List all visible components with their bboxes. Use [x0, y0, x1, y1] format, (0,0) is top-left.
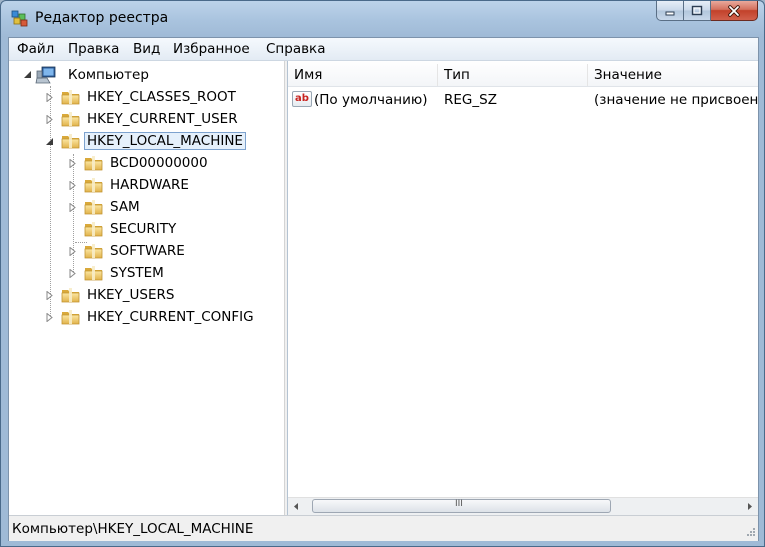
scrollbar-thumb[interactable]: III — [312, 499, 611, 513]
title-bar[interactable]: Редактор реестра — [1, 1, 764, 37]
key-tree[interactable]: Компьютер HKEY_CLASSES_ROOT HKEY_CURRENT… — [9, 61, 284, 515]
expand-arrow-icon[interactable] — [45, 291, 54, 300]
tree-item-hardware[interactable]: HARDWARE — [68, 175, 192, 195]
regedit-icon — [11, 10, 28, 27]
tree-item-label: HARDWARE — [110, 177, 189, 193]
tree-item-label: SAM — [110, 199, 140, 215]
tree-item-label: Компьютер — [68, 67, 149, 83]
column-header-label: Имя — [294, 67, 323, 83]
resize-grip-icon[interactable] — [744, 527, 756, 539]
folder-icon — [61, 111, 80, 127]
folder-icon — [84, 265, 103, 281]
folder-icon — [84, 199, 103, 215]
close-icon — [728, 4, 740, 17]
expand-arrow-icon[interactable] — [45, 93, 54, 102]
minimize-button[interactable] — [656, 1, 684, 21]
expand-arrow-icon[interactable] — [68, 269, 77, 278]
tree-item-label: SYSTEM — [110, 265, 164, 281]
folder-icon — [61, 287, 80, 303]
tree-item-label: HKEY_LOCAL_MACHINE — [84, 132, 246, 150]
tree-item-label: HKEY_CURRENT_CONFIG — [87, 309, 254, 325]
horizontal-scrollbar[interactable]: III — [288, 497, 758, 515]
folder-open-icon — [61, 133, 80, 149]
tree-item-computer[interactable]: Компьютер — [23, 65, 152, 85]
folder-icon — [84, 243, 103, 259]
folder-icon — [84, 177, 103, 193]
expand-arrow-icon[interactable] — [68, 181, 77, 190]
computer-icon — [35, 66, 56, 84]
folder-icon — [84, 221, 103, 237]
menu-help[interactable]: Справка — [266, 41, 325, 57]
registry-editor-window: Редактор реестра Файл Правка Вид Избранн… — [0, 0, 765, 547]
menu-favorites[interactable]: Избранное — [173, 41, 250, 57]
scroll-right-icon[interactable] — [746, 502, 754, 511]
menu-view[interactable]: Вид — [133, 41, 160, 57]
column-header-type[interactable]: Тип — [438, 64, 588, 86]
folder-icon — [61, 89, 80, 105]
tree-item-security[interactable]: SECURITY — [68, 219, 179, 239]
tree-item-hkey-current-config[interactable]: HKEY_CURRENT_CONFIG — [45, 307, 257, 327]
column-header-label: Тип — [444, 67, 470, 83]
tree-item-label: HKEY_CLASSES_ROOT — [87, 89, 236, 105]
menu-bar: Файл Правка Вид Избранное Справка — [9, 38, 758, 61]
string-value-icon: ab — [292, 91, 312, 107]
expand-arrow-icon[interactable] — [45, 115, 54, 124]
tree-item-software[interactable]: SOFTWARE — [68, 241, 188, 261]
value-type: REG_SZ — [444, 92, 497, 108]
tree-item-label: HKEY_CURRENT_USER — [87, 111, 238, 127]
scrollbar-grip: III — [455, 499, 463, 509]
menu-edit[interactable]: Правка — [68, 41, 119, 57]
column-header-name[interactable]: Имя — [288, 64, 438, 86]
expand-arrow-open-icon[interactable] — [23, 70, 32, 79]
tree-item-bcd00000000[interactable]: BCD00000000 — [68, 153, 211, 173]
client-area: Файл Правка Вид Избранное Справка Компью… — [8, 37, 759, 541]
expand-arrow-icon[interactable] — [68, 159, 77, 168]
expand-arrow-icon[interactable] — [68, 247, 77, 256]
status-path: Компьютер\HKEY_LOCAL_MACHINE — [12, 521, 254, 537]
maximize-button[interactable] — [684, 1, 711, 21]
expand-arrow-icon[interactable] — [45, 313, 54, 322]
window-title: Редактор реестра — [35, 10, 169, 26]
folder-icon — [84, 155, 103, 171]
string-value-icon-text: ab — [295, 93, 309, 104]
values-list[interactable]: Имя Тип Значение ab (По умолчанию) REG_S… — [288, 61, 758, 515]
tree-item-hkey-current-user[interactable]: HKEY_CURRENT_USER — [45, 109, 241, 129]
tree-item-hkey-classes-root[interactable]: HKEY_CLASSES_ROOT — [45, 87, 239, 107]
column-header-value[interactable]: Значение — [588, 64, 758, 86]
tree-item-label: HKEY_USERS — [87, 287, 175, 303]
menu-file[interactable]: Файл — [17, 41, 54, 57]
value-name: (По умолчанию) — [314, 92, 428, 108]
scroll-left-icon[interactable] — [292, 502, 300, 511]
minimize-icon — [665, 11, 675, 15]
close-button[interactable] — [711, 1, 758, 21]
folder-icon — [61, 309, 80, 325]
tree-item-sam[interactable]: SAM — [68, 197, 143, 217]
tree-item-label: SECURITY — [110, 221, 177, 237]
expand-arrow-open-icon[interactable] — [45, 137, 54, 146]
column-header-label: Значение — [594, 67, 662, 83]
maximize-icon — [691, 5, 703, 16]
value-data: (значение не присвоено) — [594, 92, 758, 108]
tree-item-label: BCD00000000 — [110, 155, 208, 171]
tree-item-label: SOFTWARE — [110, 243, 185, 259]
tree-item-hkey-users[interactable]: HKEY_USERS — [45, 285, 177, 305]
status-bar: Компьютер\HKEY_LOCAL_MACHINE — [9, 515, 758, 541]
tree-item-system[interactable]: SYSTEM — [68, 263, 167, 283]
tree-item-hkey-local-machine[interactable]: HKEY_LOCAL_MACHINE — [45, 131, 246, 151]
expand-arrow-icon[interactable] — [68, 203, 77, 212]
